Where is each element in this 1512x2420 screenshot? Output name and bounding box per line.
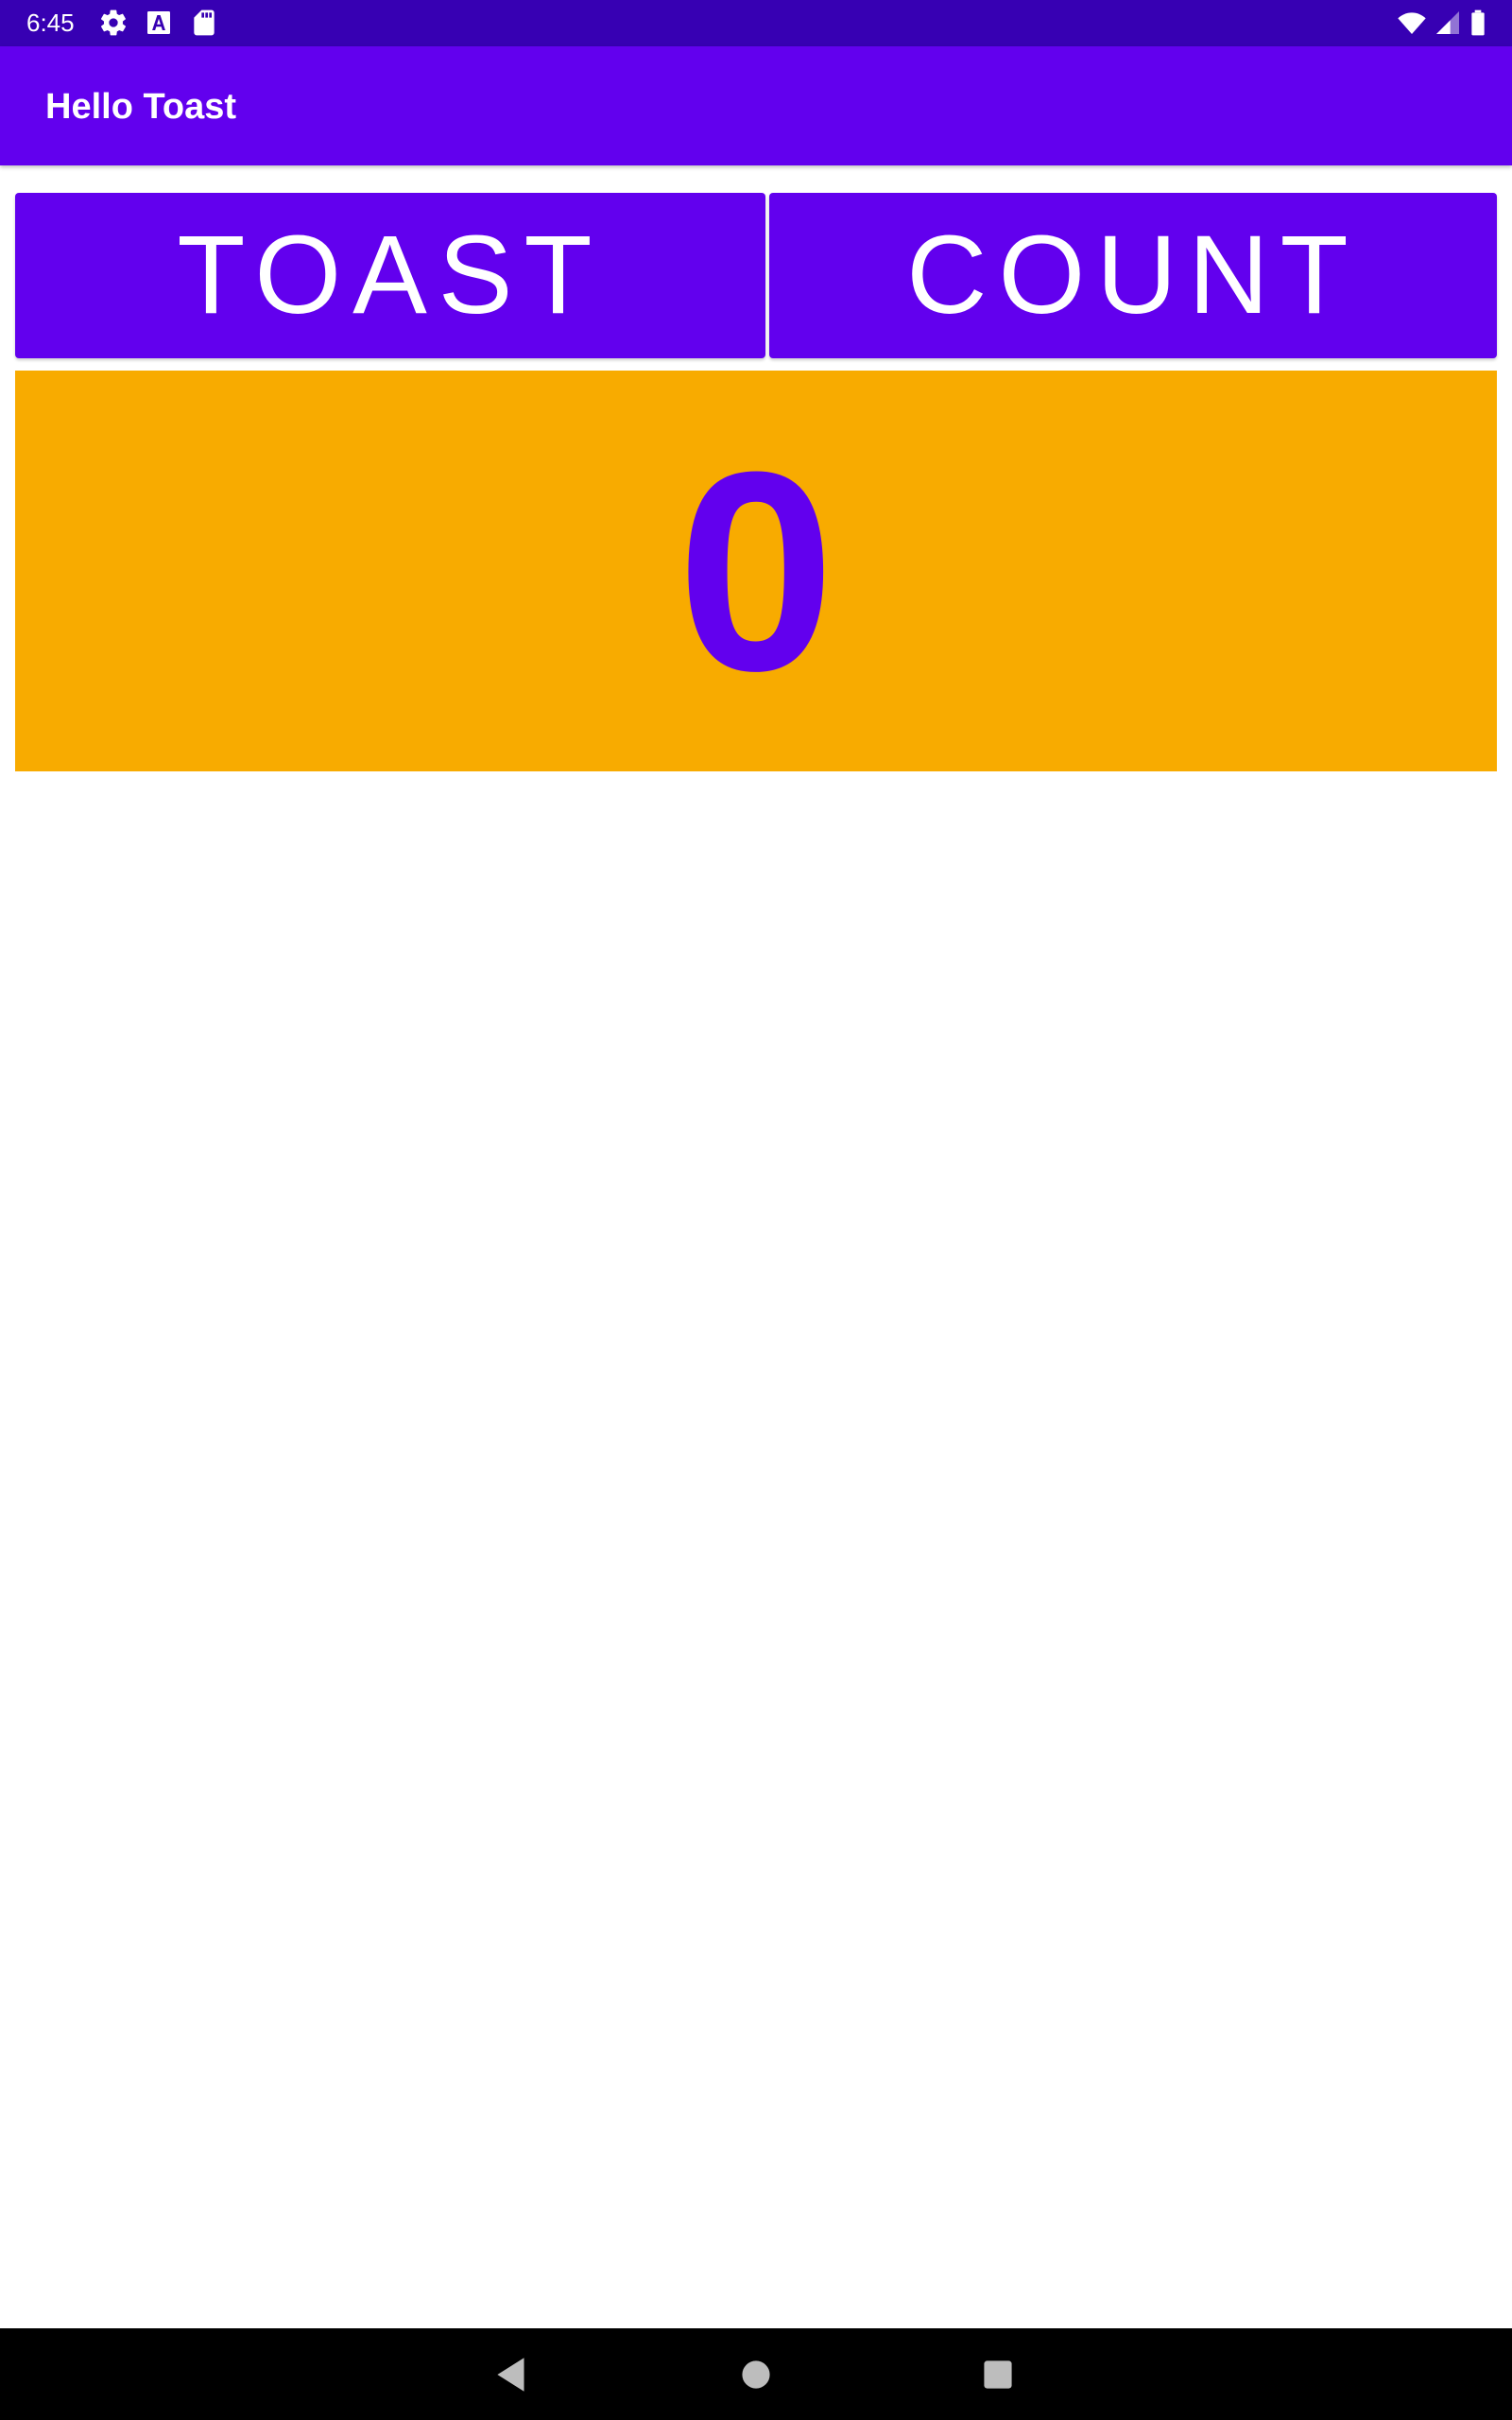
toast-button[interactable]: TOAST <box>15 193 765 358</box>
font-a-icon <box>144 8 174 38</box>
navigation-bar <box>0 2328 1512 2420</box>
signal-icon <box>1433 8 1463 38</box>
app-bar: Hello Toast <box>0 46 1512 165</box>
count-value: 0 <box>677 412 835 730</box>
sd-card-icon <box>189 8 219 38</box>
gear-icon <box>98 8 129 38</box>
app-title: Hello Toast <box>45 87 236 127</box>
status-time: 6:45 <box>26 9 75 37</box>
count-button[interactable]: COUNT <box>769 193 1497 358</box>
battery-icon <box>1463 8 1493 38</box>
wifi-icon <box>1397 8 1427 38</box>
back-icon[interactable] <box>489 2351 536 2398</box>
status-bar: 6:45 <box>0 0 1512 46</box>
recents-icon[interactable] <box>974 2351 1022 2398</box>
home-icon[interactable] <box>732 2351 780 2398</box>
count-panel: 0 <box>15 371 1497 771</box>
